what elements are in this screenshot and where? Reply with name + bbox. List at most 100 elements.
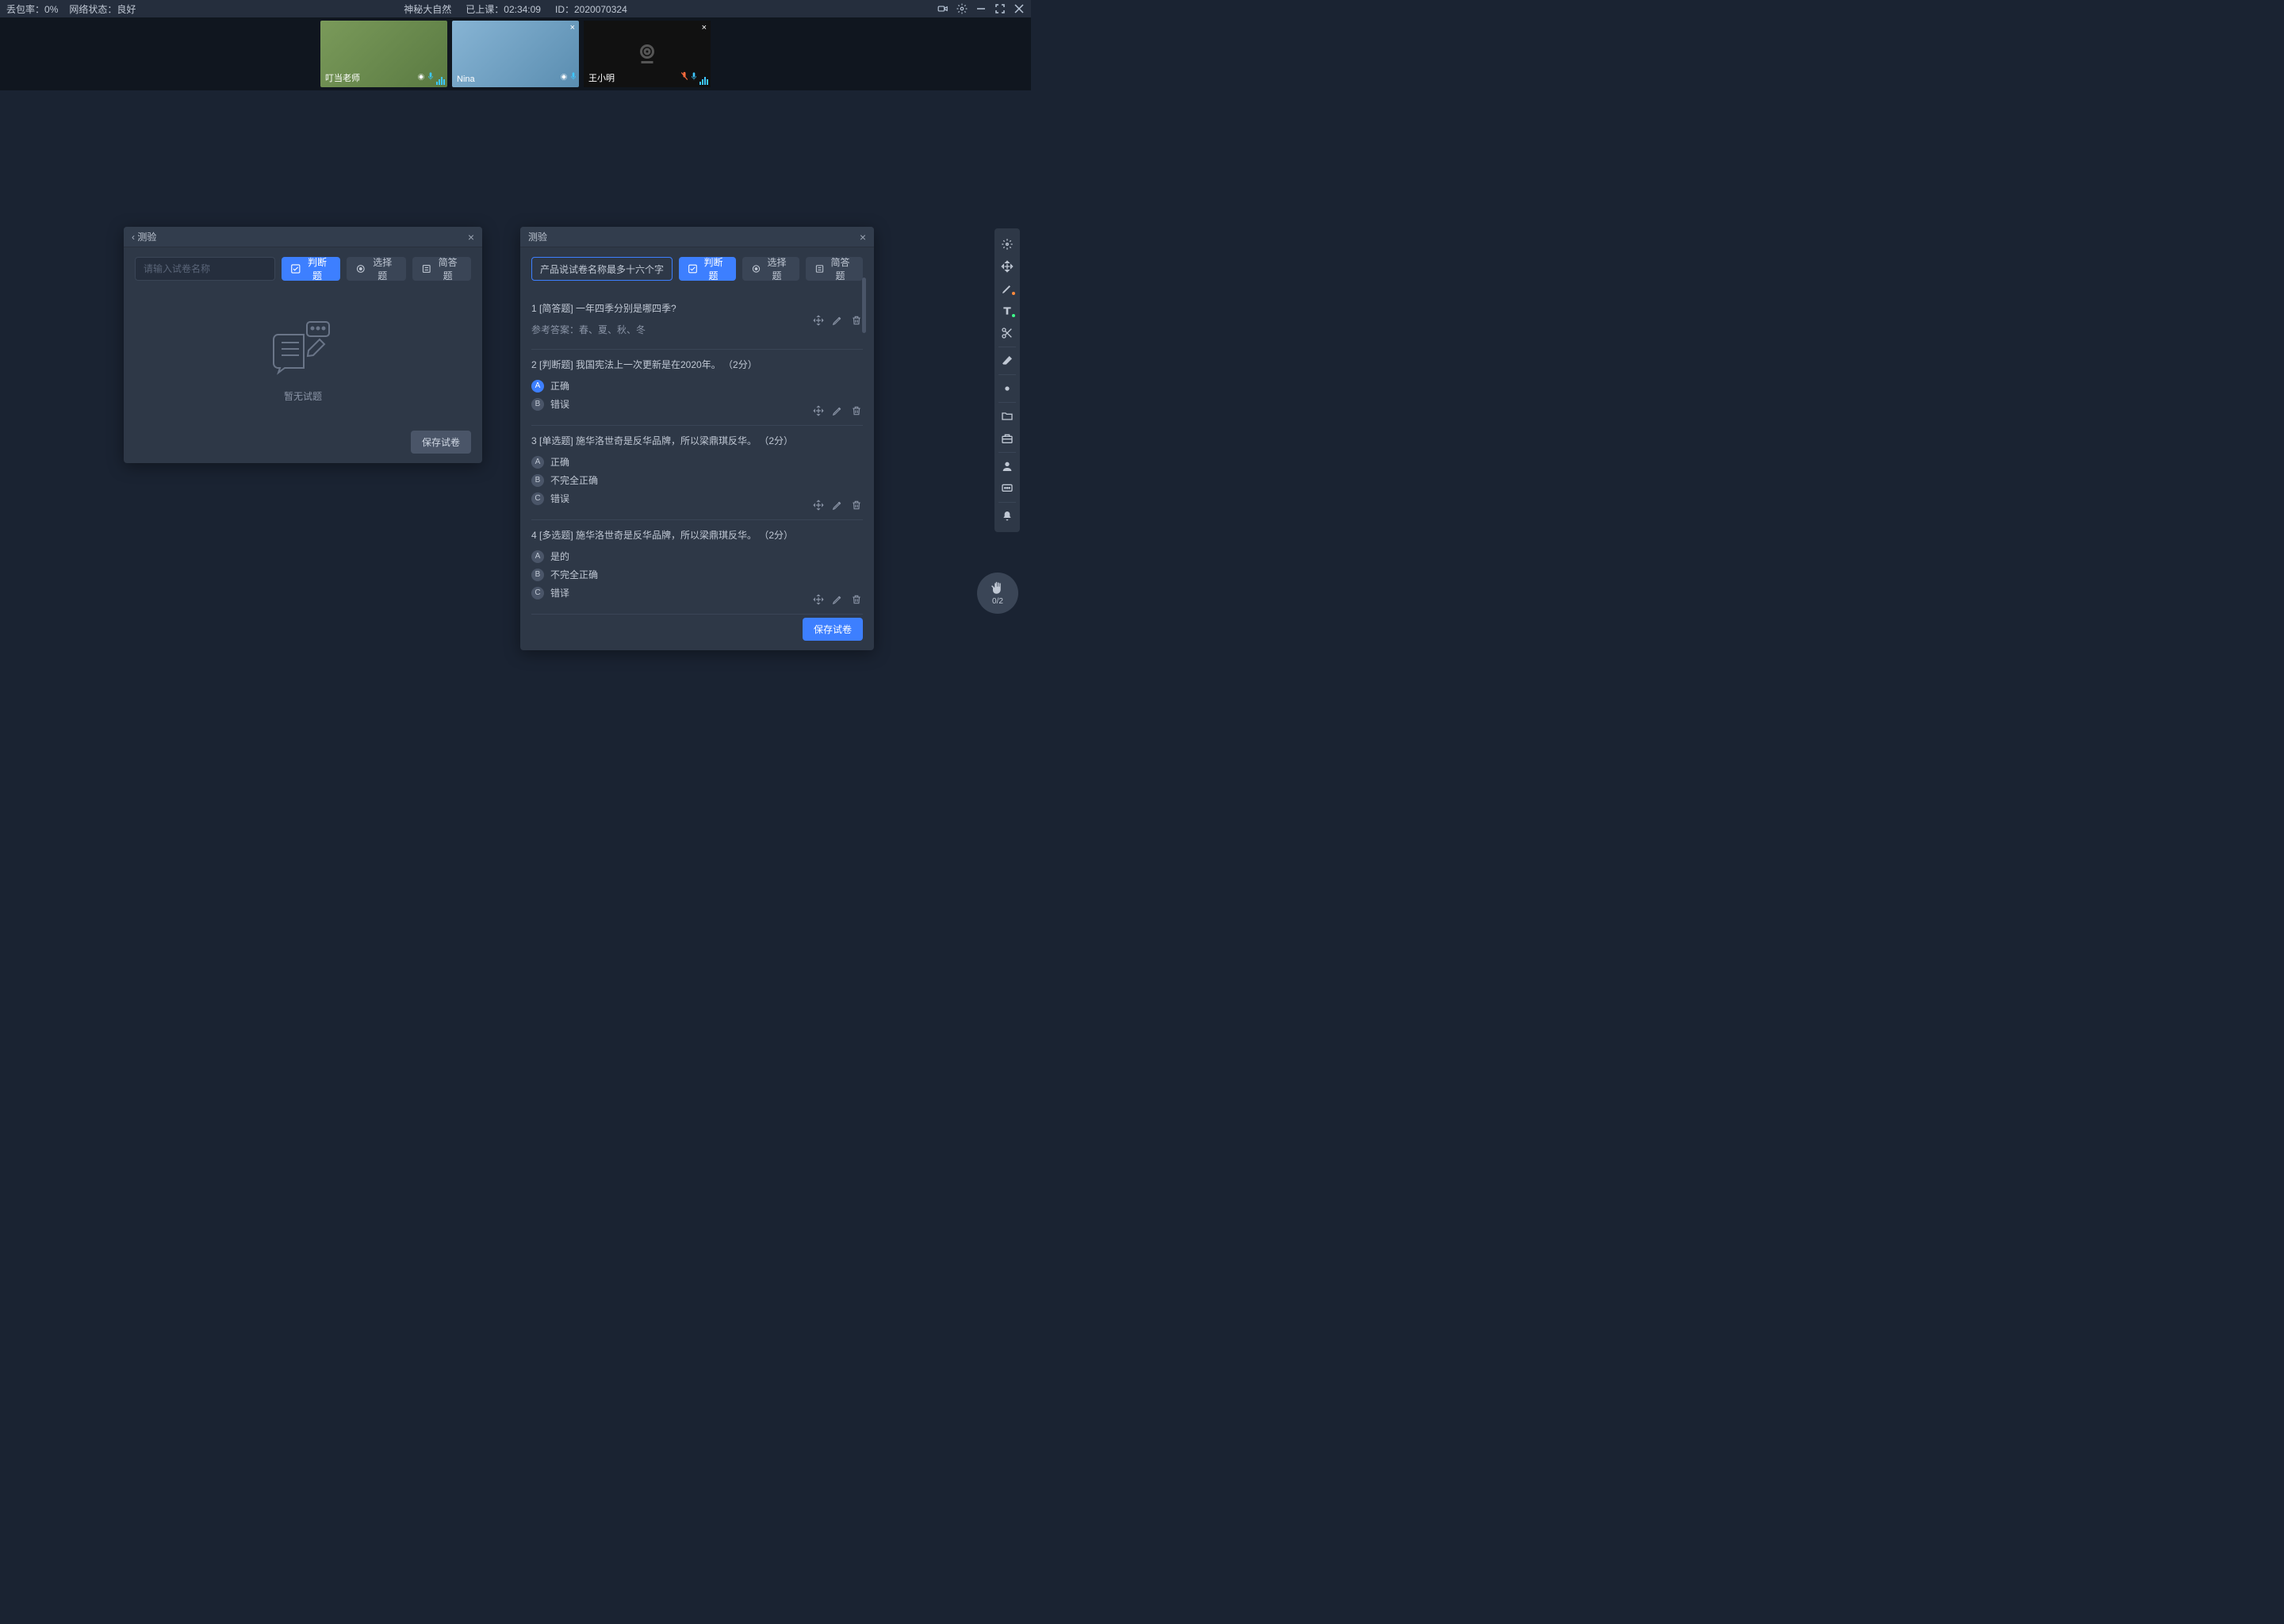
close-icon[interactable]: × <box>468 231 474 243</box>
question-option[interactable]: A 是的 <box>531 550 863 563</box>
mic-muted-icon <box>680 71 688 85</box>
question-title: 2 [判断题] 我国宪法上一次更新是在2020年。 （2分） <box>531 358 863 371</box>
edit-icon[interactable] <box>831 499 844 511</box>
minimize-icon[interactable] <box>975 3 987 14</box>
text-tool[interactable] <box>996 300 1018 322</box>
quiz-name-input[interactable] <box>135 257 275 281</box>
titlebar: 丢包率：0% 网络状态：良好 神秘大自然 已上课：02:34:09 ID：202… <box>0 0 1031 17</box>
option-letter: A <box>531 550 544 563</box>
option-text: 是的 <box>550 550 569 563</box>
question-block: 3 [单选题] 施华洛世奇是反华品牌，所以梁鼎琪反华。 （2分） A 正确 B 不完全正… <box>531 426 863 520</box>
video-tile[interactable]: 叮当老师 <box>320 21 447 87</box>
edit-icon[interactable] <box>831 404 844 417</box>
short-answer-button[interactable]: 简答题 <box>412 257 471 281</box>
elapsed: 已上课：02:34:09 <box>466 2 541 16</box>
pen-tool[interactable] <box>996 278 1018 300</box>
question-option[interactable]: B 不完全正确 <box>531 568 863 581</box>
judge-question-button[interactable]: 判断题 <box>679 257 736 281</box>
option-text: 错误 <box>550 492 569 505</box>
camera-icon <box>560 71 568 85</box>
option-letter: B <box>531 569 544 581</box>
packet-loss: 丢包率：0% <box>6 2 58 16</box>
scissors-tool[interactable] <box>996 322 1018 344</box>
network-status: 网络状态：良好 <box>69 2 136 16</box>
hand-icon <box>991 581 1005 596</box>
camera-icon <box>417 71 425 85</box>
option-text: 正确 <box>550 455 569 469</box>
choice-question-button[interactable]: 选择题 <box>742 257 799 281</box>
question-option[interactable]: A 正确 <box>531 455 863 469</box>
folder-tool[interactable] <box>996 405 1018 427</box>
empty-text: 暂无试题 <box>284 389 322 403</box>
option-text: 错译 <box>550 586 569 599</box>
hand-raise-button[interactable]: 0/2 <box>977 573 1018 614</box>
panel-title: 测验 <box>528 230 547 243</box>
video-tile[interactable]: × Nina <box>452 21 579 87</box>
option-letter: A <box>531 456 544 469</box>
mic-icon <box>691 71 697 85</box>
brightness-tool[interactable] <box>996 377 1018 400</box>
eraser-tool[interactable] <box>996 350 1018 372</box>
option-letter: B <box>531 474 544 487</box>
edit-icon[interactable] <box>831 593 844 606</box>
option-letter: A <box>531 380 544 393</box>
question-title: 4 [多选题] 施华洛世奇是反华品牌，所以梁鼎琪反华。 （2分） <box>531 528 863 542</box>
mic-icon <box>427 71 434 85</box>
question-title: 1 [简答题] 一年四季分别是哪四季? <box>531 301 863 315</box>
move-icon[interactable] <box>812 314 825 327</box>
question-block: 1 [简答题] 一年四季分别是哪四季?参考答案：春、夏、秋、冬 <box>531 293 863 350</box>
save-quiz-button[interactable]: 保存试卷 <box>411 431 471 454</box>
move-icon[interactable] <box>812 404 825 417</box>
pointer-tool[interactable] <box>996 233 1018 255</box>
option-text: 不完全正确 <box>550 473 598 487</box>
settings-icon[interactable] <box>956 3 968 14</box>
quiz-panel-empty: ‹ 测验 × 判断题 选择题 简答题 暂无试题 <box>124 227 482 463</box>
close-icon[interactable]: × <box>702 23 707 33</box>
user-tool[interactable] <box>996 455 1018 477</box>
option-text: 错误 <box>550 397 569 411</box>
option-letter: C <box>531 587 544 599</box>
delete-icon[interactable] <box>850 314 863 327</box>
session-id: ID：2020070324 <box>555 2 627 16</box>
question-option[interactable]: A 正确 <box>531 379 863 393</box>
question-title: 3 [单选题] 施华洛世奇是反华品牌，所以梁鼎琪反华。 （2分） <box>531 434 863 447</box>
choice-question-button[interactable]: 选择题 <box>347 257 405 281</box>
hand-count: 0/2 <box>992 597 1003 606</box>
bell-tool[interactable] <box>996 505 1018 527</box>
mic-icon <box>570 71 577 85</box>
volume-bars <box>699 75 708 85</box>
move-tool[interactable] <box>996 255 1018 278</box>
option-letter: B <box>531 398 544 411</box>
edit-icon[interactable] <box>831 314 844 327</box>
toolbox-tool[interactable] <box>996 427 1018 450</box>
participant-name: 叮当老师 <box>325 71 360 84</box>
delete-icon[interactable] <box>850 593 863 606</box>
video-tile[interactable]: × 王小明 <box>584 21 711 87</box>
short-answer-button[interactable]: 简答题 <box>806 257 863 281</box>
move-icon[interactable] <box>812 499 825 511</box>
camera-toggle-icon[interactable] <box>937 3 948 14</box>
back-button[interactable]: ‹ <box>132 232 137 243</box>
delete-icon[interactable] <box>850 499 863 511</box>
judge-question-button[interactable]: 判断题 <box>282 257 340 281</box>
quiz-panel-filled: 测验 × 产品说试卷名称最多十六个字 判断题 选择题 简答题 1 [简答题] 一… <box>520 227 874 650</box>
question-option[interactable]: B 不完全正确 <box>531 473 863 487</box>
participant-name: 王小明 <box>588 71 615 84</box>
quiz-name-input[interactable]: 产品说试卷名称最多十六个字 <box>531 257 673 281</box>
participant-name: Nina <box>457 75 475 84</box>
option-text: 不完全正确 <box>550 568 598 581</box>
video-strip: 叮当老师 × Nina × 王小明 <box>0 17 1031 90</box>
option-text: 正确 <box>550 379 569 393</box>
volume-bars <box>436 75 445 85</box>
delete-icon[interactable] <box>850 404 863 417</box>
close-icon[interactable]: × <box>570 23 575 33</box>
save-quiz-button[interactable]: 保存试卷 <box>803 618 863 641</box>
close-icon[interactable] <box>1014 3 1025 14</box>
move-icon[interactable] <box>812 593 825 606</box>
close-icon[interactable]: × <box>860 231 866 243</box>
camera-off-icon <box>633 40 661 68</box>
maximize-icon[interactable] <box>994 3 1006 14</box>
chat-tool[interactable] <box>996 477 1018 500</box>
course-name: 神秘大自然 <box>404 2 451 16</box>
panel-title: 测验 <box>137 230 156 243</box>
